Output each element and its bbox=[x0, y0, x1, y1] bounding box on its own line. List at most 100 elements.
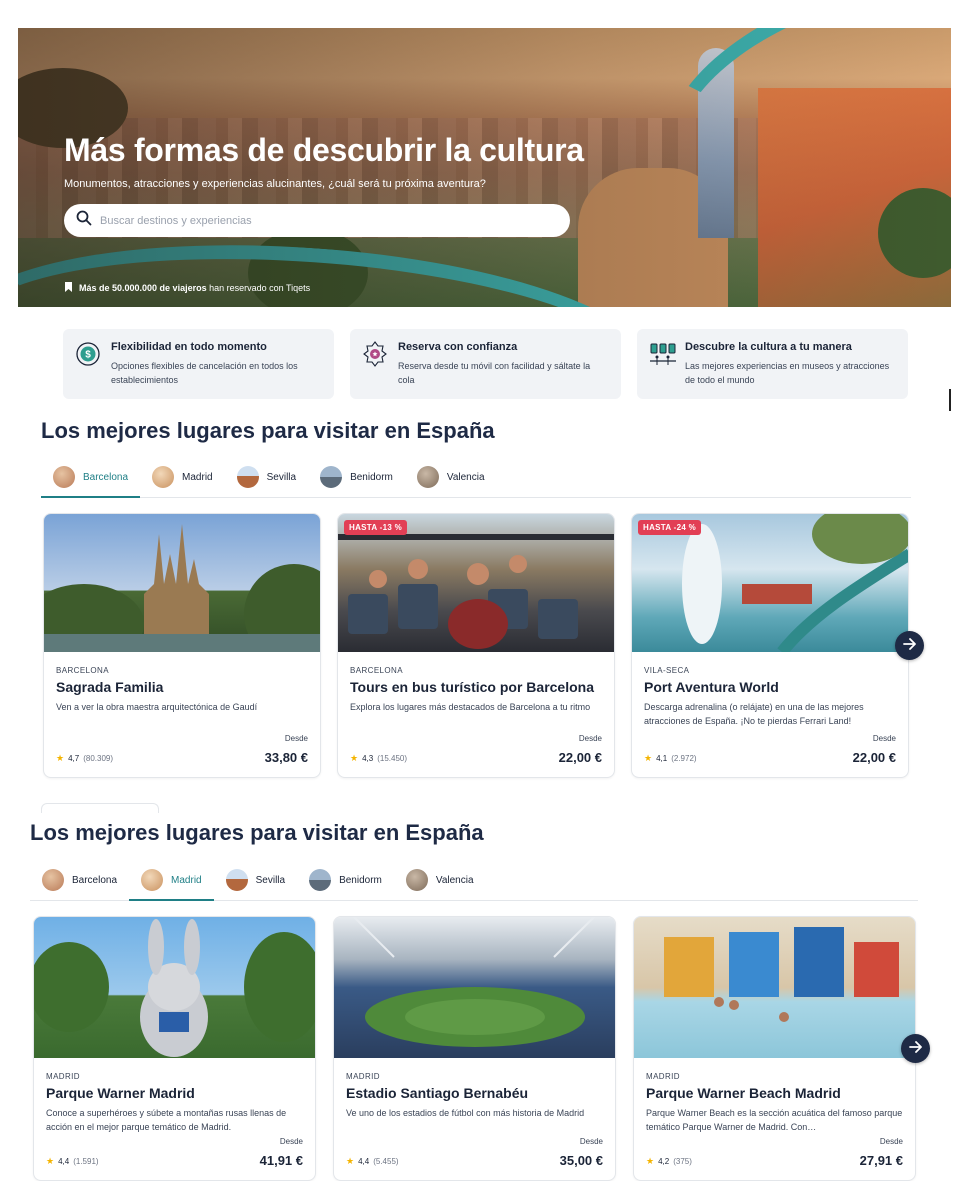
refund-icon: $ bbox=[75, 341, 101, 367]
feature-confidence: Reserva con confianza Reserva desde tu mó… bbox=[350, 329, 621, 399]
tab-sevilla[interactable]: Sevilla bbox=[214, 860, 297, 900]
card-title[interactable]: Sagrada Familia bbox=[56, 679, 163, 695]
card-description: Conoce a superhéroes y súbete a montañas… bbox=[46, 1108, 287, 1132]
product-card[interactable]: BARCELONA Sagrada Familia Ven a ver la o… bbox=[43, 513, 321, 778]
card-title[interactable]: Parque Warner Madrid bbox=[46, 1085, 195, 1101]
tab-outline bbox=[41, 803, 159, 813]
section-title: Los mejores lugares para visitar en Espa… bbox=[30, 820, 484, 845]
star-icon: ★ bbox=[350, 753, 359, 763]
card-title[interactable]: Port Aventura World bbox=[644, 679, 779, 695]
section-title: Los mejores lugares para visitar en Espa… bbox=[41, 418, 495, 443]
star-icon: ★ bbox=[56, 753, 65, 763]
product-card[interactable]: HASTA -13 % BARCELONA Tours en bus turís… bbox=[337, 513, 615, 778]
bookmark-icon bbox=[64, 282, 73, 294]
price-label: Desde bbox=[578, 734, 602, 743]
feature-desc: Reserva desde tu móvil con facilidad y s… bbox=[398, 361, 591, 385]
feature-list: $ Flexibilidad en todo momento Opciones f… bbox=[63, 329, 908, 399]
card-price: 35,00 € bbox=[559, 1153, 603, 1168]
card-rating: ★ 4,4 (1.591) bbox=[46, 1156, 99, 1166]
valencia-avatar bbox=[416, 466, 439, 488]
feature-desc: Las mejores experiencias en museos y atr… bbox=[685, 361, 890, 385]
product-card[interactable]: MADRID Parque Warner Madrid Conoce a sup… bbox=[33, 916, 316, 1181]
card-rating: ★ 4,7 (80.309) bbox=[56, 753, 113, 763]
card-rating: ★ 4,2 (375) bbox=[646, 1156, 692, 1166]
feature-title: Reserva con confianza bbox=[398, 341, 518, 353]
arrow-right-icon bbox=[908, 1040, 923, 1058]
tab-benidorm[interactable]: Benidorm bbox=[297, 860, 394, 900]
svg-text:$: $ bbox=[85, 350, 91, 361]
card-image bbox=[44, 514, 320, 652]
tab-barcelona[interactable]: Barcelona bbox=[41, 457, 141, 498]
star-icon: ★ bbox=[644, 753, 653, 763]
discount-badge: HASTA -24 % bbox=[638, 520, 702, 535]
product-card[interactable]: MADRID Estadio Santiago Bernabéu Ve uno … bbox=[333, 916, 616, 1181]
card-title[interactable]: Parque Warner Beach Madrid bbox=[646, 1085, 841, 1101]
card-title[interactable]: Estadio Santiago Bernabéu bbox=[346, 1085, 528, 1101]
card-rating: ★ 4,3 (15.450) bbox=[350, 753, 407, 763]
card-price: 41,91 € bbox=[259, 1153, 303, 1168]
card-image: HASTA -13 % bbox=[338, 514, 614, 652]
tab-valencia[interactable]: Valencia bbox=[405, 457, 497, 497]
card-title[interactable]: Tours en bus turístico por Barcelona bbox=[350, 679, 594, 695]
product-card[interactable]: MADRID Parque Warner Beach Madrid Parque… bbox=[633, 916, 916, 1181]
search-bar[interactable]: Buscar destinos y experiencias bbox=[64, 204, 570, 237]
traveler-count: Más de 50.000.000 de viajeros han reserv… bbox=[64, 282, 310, 294]
sevilla-avatar bbox=[236, 466, 259, 488]
card-description: Explora los lugares más destacados de Ba… bbox=[350, 702, 591, 712]
city-tabs: Barcelona Madrid Sevilla Benidorm Valenc… bbox=[30, 860, 918, 901]
price-label: Desde bbox=[579, 1137, 603, 1146]
star-icon: ★ bbox=[346, 1156, 355, 1166]
tab-madrid[interactable]: Madrid bbox=[129, 860, 214, 901]
product-card[interactable]: HASTA -24 % VILA-SECA Port Aventura Worl… bbox=[631, 513, 909, 778]
card-location: VILA-SECA bbox=[644, 666, 690, 675]
card-location: MADRID bbox=[346, 1072, 380, 1081]
arrow-right-icon bbox=[902, 637, 917, 655]
madrid-avatar bbox=[152, 466, 175, 488]
feature-title: Descubre la cultura a tu manera bbox=[685, 341, 852, 353]
next-arrow-button[interactable] bbox=[895, 631, 924, 660]
hero-banner: Más formas de descubrir la cultura Monum… bbox=[18, 28, 951, 307]
next-arrow-button[interactable] bbox=[901, 1034, 930, 1063]
text-cursor bbox=[949, 389, 951, 411]
tab-sevilla[interactable]: Sevilla bbox=[225, 457, 308, 497]
search-input[interactable]: Buscar destinos y experiencias bbox=[100, 215, 252, 227]
museum-icon bbox=[649, 341, 676, 367]
card-location: BARCELONA bbox=[56, 666, 109, 675]
tab-barcelona[interactable]: Barcelona bbox=[30, 860, 129, 900]
discount-badge: HASTA -13 % bbox=[344, 520, 408, 535]
card-location: BARCELONA bbox=[350, 666, 403, 675]
badge-icon bbox=[362, 341, 388, 367]
card-description: Parque Warner Beach es la sección acuáti… bbox=[646, 1108, 903, 1132]
feature-culture: Descubre la cultura a tu manera Las mejor… bbox=[637, 329, 908, 399]
card-rating: ★ 4,4 (5.455) bbox=[346, 1156, 399, 1166]
star-icon: ★ bbox=[46, 1156, 55, 1166]
star-icon: ★ bbox=[646, 1156, 655, 1166]
feature-desc: Opciones flexibles de cancelación en tod… bbox=[111, 361, 298, 385]
benidorm-avatar bbox=[320, 466, 343, 488]
feature-flexibility: $ Flexibilidad en todo momento Opciones f… bbox=[63, 329, 334, 399]
hero-title: Más formas de descubrir la cultura bbox=[64, 132, 584, 168]
tab-madrid[interactable]: Madrid bbox=[140, 457, 225, 497]
city-tabs: Barcelona Madrid Sevilla Benidorm Valenc… bbox=[41, 457, 911, 498]
card-image bbox=[334, 917, 615, 1058]
card-description: Ven a ver la obra maestra arquitectónica… bbox=[56, 702, 258, 712]
benidorm-avatar bbox=[309, 869, 332, 891]
card-price: 22,00 € bbox=[852, 750, 896, 765]
price-label: Desde bbox=[872, 734, 896, 743]
barcelona-avatar bbox=[53, 466, 75, 488]
valencia-avatar bbox=[405, 869, 428, 891]
card-price: 22,00 € bbox=[558, 750, 602, 765]
madrid-avatar bbox=[141, 869, 164, 891]
card-location: MADRID bbox=[46, 1072, 80, 1081]
hero-subtitle: Monumentos, atracciones y experiencias a… bbox=[64, 178, 486, 190]
search-icon[interactable] bbox=[76, 210, 92, 231]
price-label: Desde bbox=[279, 1137, 303, 1146]
sevilla-avatar bbox=[225, 869, 248, 891]
card-image bbox=[634, 917, 915, 1058]
tab-benidorm[interactable]: Benidorm bbox=[308, 457, 405, 497]
tab-valencia[interactable]: Valencia bbox=[394, 860, 486, 900]
card-price: 33,80 € bbox=[264, 750, 308, 765]
card-description: Ve uno de los estadios de fútbol con más… bbox=[346, 1108, 585, 1118]
barcelona-avatar bbox=[42, 869, 64, 891]
price-label: Desde bbox=[284, 734, 308, 743]
